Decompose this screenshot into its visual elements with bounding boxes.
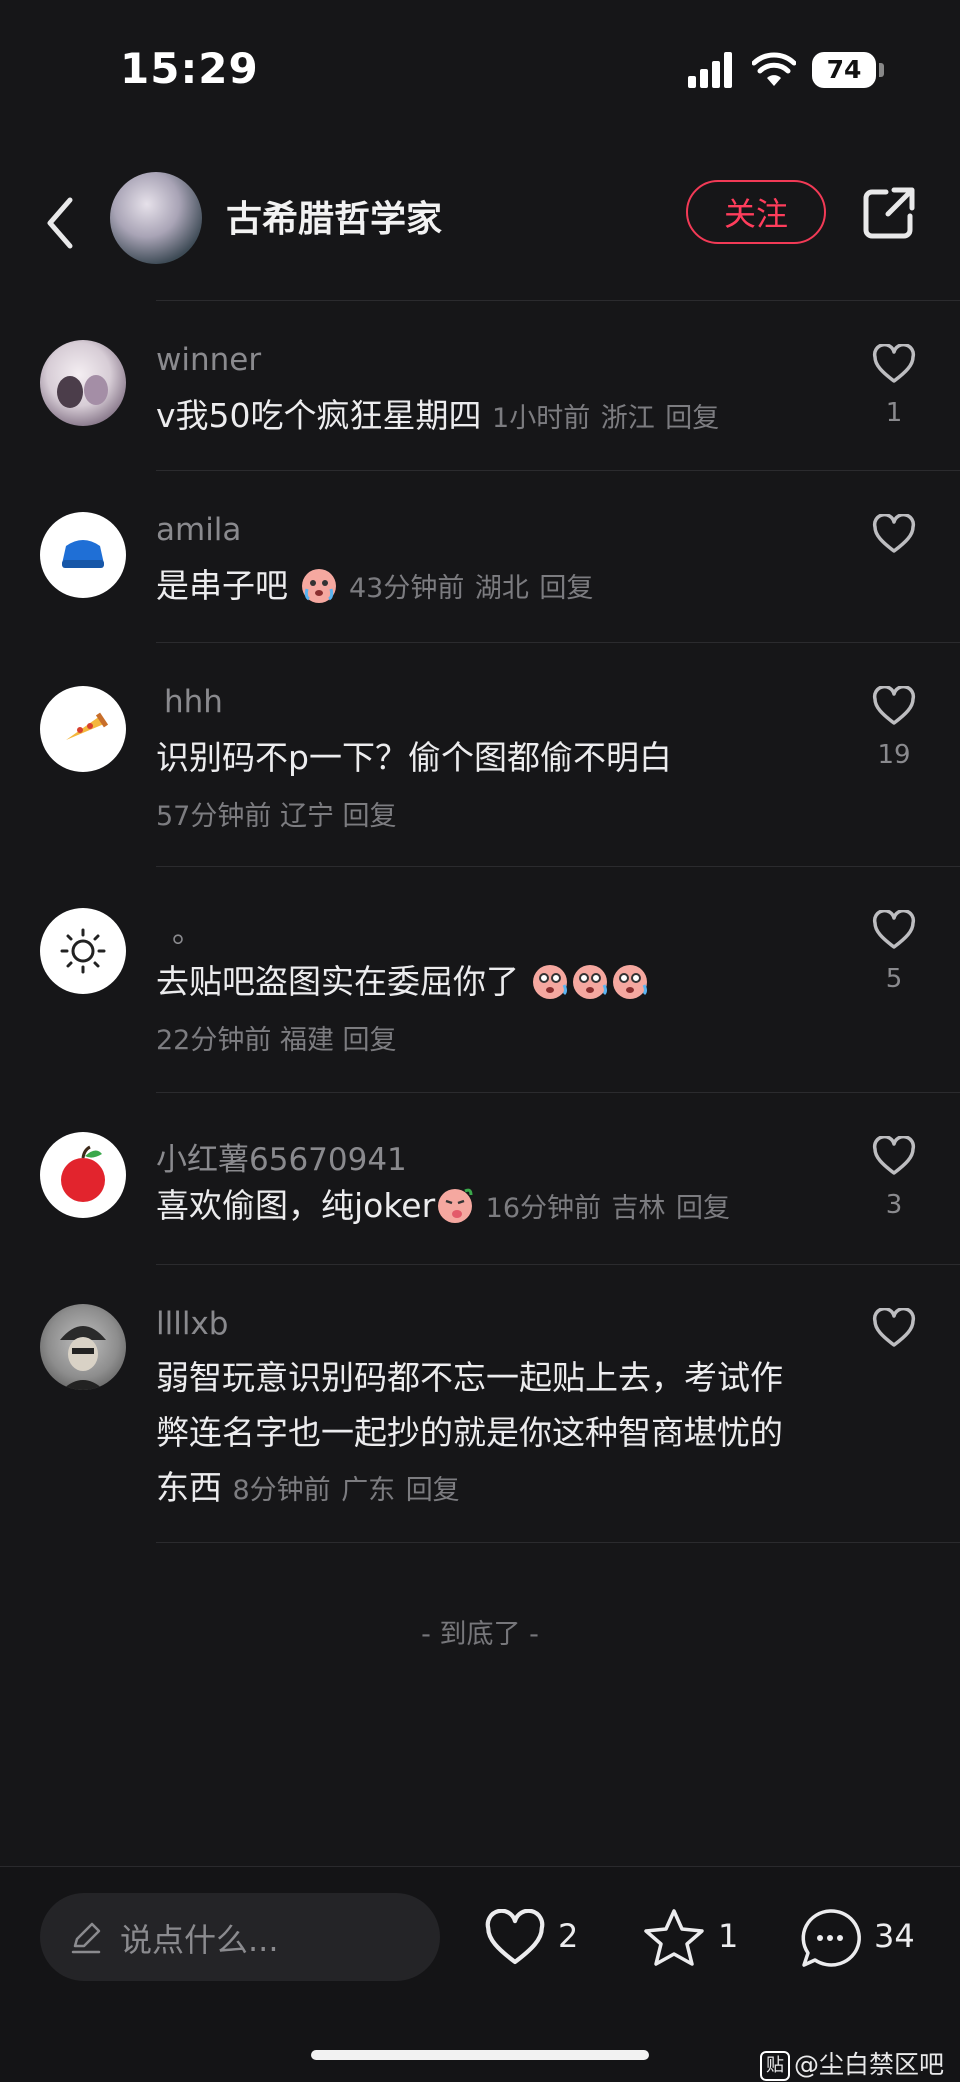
comment-item: llllxb 弱智玩意识别码都不忘一起贴上去，考试作 弊连名字也一起抄的就是你这… bbox=[0, 1264, 960, 1542]
comment-location: 辽宁 bbox=[279, 801, 334, 832]
comment-body: v我50吃个疯狂星期四 bbox=[156, 396, 482, 435]
like-icon[interactable] bbox=[872, 514, 916, 554]
comment-input-placeholder: 说点什么... bbox=[120, 1921, 279, 1959]
avatar[interactable] bbox=[40, 1132, 126, 1218]
comment-body: 弊连名字也一起抄的就是你这种智商堪忧的 bbox=[156, 1413, 783, 1452]
reply-button[interactable]: 回复 bbox=[665, 403, 719, 434]
shocked-emoji-icon bbox=[532, 964, 567, 999]
comment-bubble-icon bbox=[801, 1909, 861, 1967]
watermark-text: @尘白禁区吧 bbox=[794, 2050, 945, 2079]
reply-button[interactable]: 回复 bbox=[343, 801, 397, 832]
comment-username[interactable]: 。 bbox=[172, 906, 203, 951]
comment-divider bbox=[156, 1542, 960, 1543]
avatar[interactable] bbox=[40, 1304, 126, 1390]
status-bar: 15:29 74 bbox=[0, 0, 960, 140]
comment-item: 小红薯65670941 喜欢偷图，纯joker 16分钟前 吉林 回复 3 bbox=[0, 1092, 960, 1264]
like-icon[interactable] bbox=[872, 1136, 916, 1176]
follow-button[interactable]: 关注 bbox=[686, 180, 826, 244]
like-count: 5 bbox=[885, 964, 903, 994]
like-post-count: 2 bbox=[558, 1917, 579, 1955]
comment-item: hhh 识别码不p一下？偷个图都偷不明白 57分钟前 辽宁 回复 19 bbox=[0, 642, 960, 866]
avatar[interactable] bbox=[40, 686, 126, 772]
like-icon[interactable] bbox=[872, 1308, 916, 1348]
back-icon[interactable] bbox=[40, 190, 84, 256]
comment-location: 福建 bbox=[279, 1025, 334, 1056]
comment-username[interactable]: amila bbox=[156, 512, 241, 548]
signal-icon bbox=[688, 52, 734, 88]
comment-meta: 57分钟前 辽宁 回复 bbox=[156, 794, 397, 833]
comment-username[interactable]: 小红薯65670941 bbox=[156, 1134, 407, 1179]
comment-input[interactable]: 说点什么... bbox=[40, 1893, 440, 1981]
comment-meta: 22分钟前 福建 回复 bbox=[156, 1018, 397, 1057]
like-icon[interactable] bbox=[872, 686, 916, 726]
like-count: 19 bbox=[877, 740, 911, 770]
comment-text: 去贴吧盗图实在委屈你了 bbox=[156, 954, 846, 1009]
comment-time: 16分钟前 bbox=[485, 1193, 602, 1224]
star-icon bbox=[644, 1909, 704, 1966]
comment-text: v我50吃个疯狂星期四 1小时前 浙江 回复 bbox=[156, 388, 846, 446]
comment-body: 喜欢偷图，纯joker bbox=[156, 1186, 436, 1225]
comments-button[interactable]: 34 bbox=[798, 1903, 918, 1973]
shocked-emoji-icon bbox=[572, 964, 607, 999]
author-name[interactable]: 古希腊哲学家 bbox=[226, 190, 442, 242]
shocked-emoji-icon bbox=[612, 964, 647, 999]
home-indicator[interactable] bbox=[311, 2050, 649, 2060]
post-header: 古希腊哲学家 关注 bbox=[0, 160, 960, 300]
like-icon[interactable] bbox=[872, 344, 916, 384]
comment-body: 弱智玩意识别码都不忘一起贴上去，考试作 bbox=[156, 1358, 783, 1397]
comment-body: 是串子吧 bbox=[156, 566, 288, 605]
comment-username[interactable]: winner bbox=[156, 342, 261, 378]
comment-location: 吉林 bbox=[611, 1193, 666, 1224]
heart-icon bbox=[485, 1909, 545, 1965]
crying-emoji-icon bbox=[301, 568, 336, 603]
reply-button[interactable]: 回复 bbox=[676, 1193, 730, 1224]
comment-time: 43分钟前 bbox=[349, 573, 465, 604]
comment-text: 东西 8分钟前 广东 回复 bbox=[156, 1460, 846, 1518]
comment-body: 识别码不p一下？偷个图都偷不明白 bbox=[156, 738, 672, 777]
like-count: 1 bbox=[885, 398, 903, 428]
comment-item: winner v我50吃个疯狂星期四 1小时前 浙江 回复 1 bbox=[0, 300, 960, 470]
comment-time: 1小时前 bbox=[492, 403, 591, 434]
battery-indicator: 74 bbox=[812, 52, 876, 88]
end-of-list-label: - 到底了 - bbox=[421, 1619, 539, 1650]
avatar[interactable] bbox=[40, 512, 126, 598]
tieba-logo-icon: 贴 bbox=[760, 2051, 790, 2081]
comment-text: 喜欢偷图，纯joker 16分钟前 吉林 回复 bbox=[156, 1178, 846, 1236]
comment-item: amila 是串子吧 43分钟前 湖北 回复 bbox=[0, 470, 960, 642]
like-icon[interactable] bbox=[872, 910, 916, 950]
comment-text: 是串子吧 43分钟前 湖北 回复 bbox=[156, 558, 846, 616]
avatar[interactable] bbox=[40, 908, 126, 994]
comment-location: 广东 bbox=[341, 1475, 396, 1506]
battery-cap bbox=[879, 63, 884, 77]
favorite-count: 1 bbox=[718, 1917, 739, 1955]
pencil-icon bbox=[71, 1922, 101, 1954]
comment-username[interactable]: hhh bbox=[164, 684, 223, 720]
avatar[interactable] bbox=[40, 340, 126, 426]
share-icon[interactable] bbox=[860, 184, 918, 242]
reply-button[interactable]: 回复 bbox=[406, 1475, 460, 1506]
reply-button[interactable]: 回复 bbox=[539, 573, 593, 604]
comment-username[interactable]: llllxb bbox=[156, 1306, 228, 1342]
comment-time: 8分钟前 bbox=[232, 1475, 331, 1506]
watermark: 贴 @尘白禁区吧 bbox=[760, 2045, 944, 2081]
favorite-button[interactable]: 1 bbox=[642, 1903, 742, 1973]
comment-time: 57分钟前 bbox=[156, 801, 272, 832]
like-count: 3 bbox=[885, 1190, 903, 1220]
status-time: 15:29 bbox=[120, 44, 259, 93]
bottom-action-bar: 说点什么... 2 1 34 贴 @尘白禁区吧 bbox=[0, 1866, 960, 2082]
comment-body: 去贴吧盗图实在委屈你了 bbox=[156, 962, 519, 1001]
author-avatar[interactable] bbox=[110, 172, 202, 264]
like-post-button[interactable]: 2 bbox=[484, 1903, 584, 1973]
comment-body: 东西 bbox=[156, 1468, 222, 1507]
comment-item: 。 去贴吧盗图实在委屈你了 22分钟前 福建 回复 5 bbox=[0, 866, 960, 1092]
comment-location: 浙江 bbox=[600, 403, 655, 434]
wifi-icon bbox=[752, 52, 796, 86]
comment-time: 22分钟前 bbox=[156, 1025, 272, 1056]
reply-button[interactable]: 回复 bbox=[343, 1025, 397, 1056]
comment-location: 湖北 bbox=[474, 573, 529, 604]
comments-count: 34 bbox=[874, 1917, 915, 1955]
tongue-emoji-icon bbox=[438, 1188, 473, 1223]
